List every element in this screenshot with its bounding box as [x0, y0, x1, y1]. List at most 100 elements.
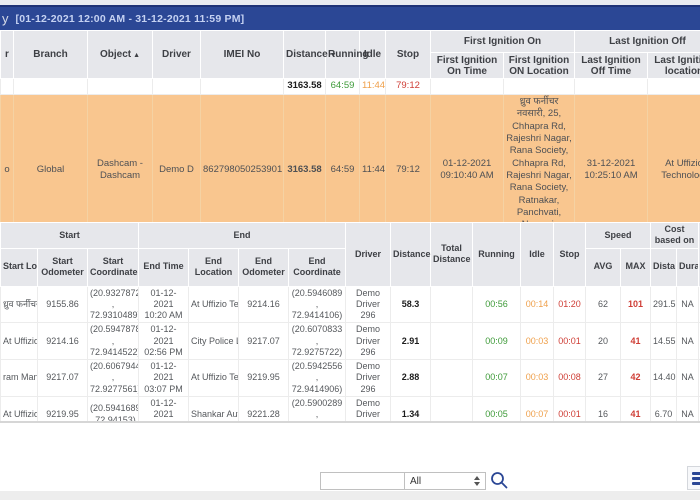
- cell-start-coordinate: (20.6067944 , 72.9277561): [88, 360, 139, 397]
- col-header-end-location[interactable]: End Location: [189, 248, 239, 286]
- group-header-start: Start: [1, 223, 139, 249]
- cell-speed-avg: 20: [586, 323, 621, 360]
- vehicle-row[interactable]: o Global Dashcam - Dashcam Demo D 862798…: [1, 95, 700, 223]
- col-header-imei[interactable]: IMEI No: [201, 31, 284, 79]
- cell-trip-driver: Demo Driver 296: [346, 396, 391, 423]
- cell-trip-idle: 00:14: [521, 286, 554, 323]
- col-header-speed-avg[interactable]: AVG: [586, 248, 621, 286]
- col-header-driver[interactable]: Driver: [153, 31, 201, 79]
- col-header-last-off-time[interactable]: Last Ignition Off Time: [575, 53, 648, 79]
- cell-start-odometer: 9217.07: [38, 360, 88, 397]
- col-header-trip-running[interactable]: Running: [473, 223, 521, 287]
- cell-trip-idle: 00:07: [521, 396, 554, 423]
- cell-end-time: 01-12-2021 08:16 PM: [139, 396, 189, 423]
- cell-stop: 79:12: [386, 95, 431, 223]
- cell-last-off-location: At Uffizio Technologi: [648, 95, 700, 223]
- filter-selected-value: All: [410, 476, 421, 487]
- col-header-stop[interactable]: Stop: [386, 31, 431, 79]
- col-header-first-on-time[interactable]: First Ignition On Time: [431, 53, 504, 79]
- group-header-speed: Speed: [586, 223, 651, 249]
- col-header-running[interactable]: Running: [326, 31, 360, 79]
- group-header-cost: Cost based on: [651, 223, 699, 249]
- cell-speed-max: 42: [621, 360, 651, 397]
- trip-row[interactable]: At Uffizio Tec 9214.16 (20.5947878 , 72.…: [1, 323, 700, 360]
- cell-trip-running: 00:07: [473, 360, 521, 397]
- col-header-cost-distance[interactable]: Dista: [651, 248, 677, 286]
- cell-speed-max: 41: [621, 396, 651, 423]
- cell-start-coordinate: (20.9327872 , 72.9310489): [88, 286, 139, 323]
- cell-clipped: o: [1, 95, 14, 223]
- search-icon: [489, 470, 509, 490]
- filter-dropdown[interactable]: All: [404, 472, 486, 490]
- col-header-idle[interactable]: Idle: [360, 31, 386, 79]
- cell-end-location: At Uffizio Tec: [189, 360, 239, 397]
- cell-end-time: 01-12-2021 03:07 PM: [139, 360, 189, 397]
- cell-cost-distance: 291.5: [651, 286, 677, 323]
- select-arrows-icon: [474, 476, 480, 486]
- report-date-range: [01-12-2021 12:00 AM - 31-12-2021 11:59 …: [16, 13, 245, 25]
- cell-trip-distance: 2.91: [391, 323, 431, 360]
- menu-icon: [692, 472, 700, 475]
- col-header-start-coordinate[interactable]: Start Coordinate: [88, 248, 139, 286]
- total-idle: 11:44: [360, 79, 386, 95]
- cell-end-time: 01-12-2021 02:56 PM: [139, 323, 189, 360]
- cell-end-odometer: 9221.28: [239, 396, 289, 423]
- trip-row[interactable]: ध्रुव फर्नीचर नव 9155.86 (20.9327872 , 7…: [1, 286, 700, 323]
- cell-cost-duration: NA: [677, 286, 699, 323]
- col-header-start-location[interactable]: Start Location: [1, 248, 38, 286]
- total-stop: 79:12: [386, 79, 431, 95]
- bottom-strip: [0, 491, 700, 500]
- group-header-last-ignition-off: Last Ignition Off: [575, 31, 700, 53]
- cell-trip-distance: 2.88: [391, 360, 431, 397]
- col-header-end-odometer[interactable]: End Odometer: [239, 248, 289, 286]
- cell-start-coordinate: (20.5941689 , 72.94153): [88, 396, 139, 423]
- col-header-last-off-location[interactable]: Last Ignition location: [648, 53, 700, 79]
- cell-running: 64:59: [326, 95, 360, 223]
- col-header-trip-stop[interactable]: Stop: [554, 223, 586, 287]
- cell-object: Dashcam - Dashcam: [88, 95, 153, 223]
- cell-imei: 862798050253901: [201, 95, 284, 223]
- cell-end-odometer: 9214.16: [239, 286, 289, 323]
- search-button[interactable]: [489, 470, 509, 490]
- col-header-end-time[interactable]: End Time: [139, 248, 189, 286]
- summary-table: r Branch Object▲ Driver IMEI No Distance…: [0, 30, 700, 222]
- col-header-speed-max[interactable]: MAX: [621, 248, 651, 286]
- col-header-trip-distance[interactable]: Distance: [391, 223, 431, 287]
- col-header-first-on-location[interactable]: First Ignition ON Location: [504, 53, 575, 79]
- cell-end-odometer: 9219.95: [239, 360, 289, 397]
- cell-speed-avg: 62: [586, 286, 621, 323]
- cell-branch: Global: [14, 95, 88, 223]
- cell-cost-distance: 6.70: [651, 396, 677, 423]
- cell-trip-distance: 58.3: [391, 286, 431, 323]
- cell-start-odometer: 9214.16: [38, 323, 88, 360]
- col-header-cost-duration[interactable]: Duratio: [677, 248, 699, 286]
- cell-idle: 11:44: [360, 95, 386, 223]
- report-title-bar: y [01-12-2021 12:00 AM - 31-12-2021 11:5…: [0, 5, 700, 30]
- col-header-total-distance[interactable]: Total Distance: [431, 223, 473, 287]
- cell-cost-duration: NA: [677, 360, 699, 397]
- trip-row[interactable]: At Uffizio Tec 9219.95 (20.5941689 , 72.…: [1, 396, 700, 423]
- cell-cost-distance: 14.55: [651, 323, 677, 360]
- trip-row[interactable]: ram Man 9217.07 (20.6067944 , 72.9277561…: [1, 360, 700, 397]
- col-header-object[interactable]: Object▲: [88, 31, 153, 79]
- col-header-distance[interactable]: Distance▼: [284, 31, 326, 79]
- col-header-start-odometer[interactable]: Start Odometer: [38, 248, 88, 286]
- cell-driver: Demo D: [153, 95, 201, 223]
- cell-end-coordinate: (20.5946089 , 72.9414106): [289, 286, 346, 323]
- cell-start-location: ध्रुव फर्नीचर नव: [1, 286, 38, 323]
- cell-total-distance: [431, 286, 473, 323]
- col-header-end-coordinate[interactable]: End Coordinate: [289, 248, 346, 286]
- cell-end-location: At Uffizio Tec: [189, 286, 239, 323]
- sort-asc-icon: ▲: [133, 52, 140, 59]
- col-header-trip-idle[interactable]: Idle: [521, 223, 554, 287]
- col-header-trip-driver[interactable]: Driver: [346, 223, 391, 287]
- menu-button[interactable]: [687, 466, 700, 490]
- cell-end-odometer: 9217.07: [239, 323, 289, 360]
- search-input[interactable]: [320, 472, 406, 490]
- cell-last-off-time: 31-12-2021 10:25:10 AM: [575, 95, 648, 223]
- cell-distance: 3163.58: [284, 95, 326, 223]
- cell-end-location: Shankar Auto: [189, 396, 239, 423]
- cell-trip-distance: 1.34: [391, 396, 431, 423]
- col-header-branch[interactable]: Branch: [14, 31, 88, 79]
- cell-cost-duration: NA: [677, 396, 699, 423]
